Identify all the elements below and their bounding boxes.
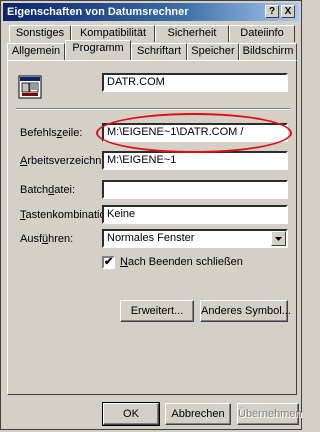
separator <box>16 108 290 110</box>
ok-button[interactable]: OK <box>102 402 160 426</box>
tastenkombination-label: Tastenkombination: <box>20 209 115 221</box>
erweitert-button[interactable]: Erweitert... <box>120 300 194 322</box>
uebernehmen-button[interactable]: Übernehmen <box>237 403 302 425</box>
tab-speicher[interactable]: Speicher <box>187 43 239 60</box>
abbrechen-button[interactable]: Abbrechen <box>165 403 231 425</box>
tab-allgemein[interactable]: Allgemein <box>7 43 65 60</box>
programm-panel: DATR.COM Befehlszeile: M:\EIGENE~1\DATR.… <box>7 60 297 395</box>
tab-dateiinfo[interactable]: Dateiinfo <box>229 25 295 42</box>
properties-dialog: Eigenschaften von Datumsrechner ? X Sons… <box>0 0 302 430</box>
arbeitsverzeichnis-label: Arbeitsverzeichnis: <box>20 155 113 167</box>
ausfuehren-selected-value: Normales Fenster <box>107 232 195 244</box>
close-on-exit-checkbox[interactable]: ✔ <box>102 256 115 269</box>
window-title: Eigenschaften von Datumsrechner <box>7 6 189 18</box>
befehlszeile-label: Befehlszeile: <box>20 127 83 139</box>
help-button[interactable]: ? <box>265 5 279 18</box>
dropdown-arrow-button[interactable] <box>271 231 286 246</box>
batchdatei-input[interactable] <box>102 180 288 199</box>
close-on-exit-label: Nach Beenden schließen <box>120 256 243 268</box>
anderes-symbol-button[interactable]: Anderes Symbol... <box>200 300 291 322</box>
program-name-field[interactable]: DATR.COM <box>102 73 288 92</box>
title-bar[interactable]: Eigenschaften von Datumsrechner ? X <box>3 3 299 21</box>
chevron-down-icon <box>275 237 282 241</box>
befehlszeile-input[interactable]: M:\EIGENE~1\DATR.COM / <box>102 123 288 142</box>
tab-schriftart[interactable]: Schriftart <box>131 43 187 60</box>
tastenkombination-input[interactable]: Keine <box>102 205 288 224</box>
ausfuehren-label: Ausführen: <box>20 233 74 245</box>
ausfuehren-select[interactable]: Normales Fenster <box>102 229 288 248</box>
arbeitsverzeichnis-input[interactable]: M:\EIGENE~1 <box>102 151 288 170</box>
batchdatei-label: Batchdatei: <box>20 184 76 196</box>
tab-sicherheit[interactable]: Sicherheit <box>155 25 229 42</box>
close-button[interactable]: X <box>281 5 295 18</box>
tab-bildschirm[interactable]: Bildschirm <box>239 43 297 60</box>
ms-dos-program-icon <box>18 75 42 99</box>
tab-sonstiges[interactable]: Sonstiges <box>9 25 71 42</box>
tab-programm[interactable]: Programm <box>65 40 131 60</box>
